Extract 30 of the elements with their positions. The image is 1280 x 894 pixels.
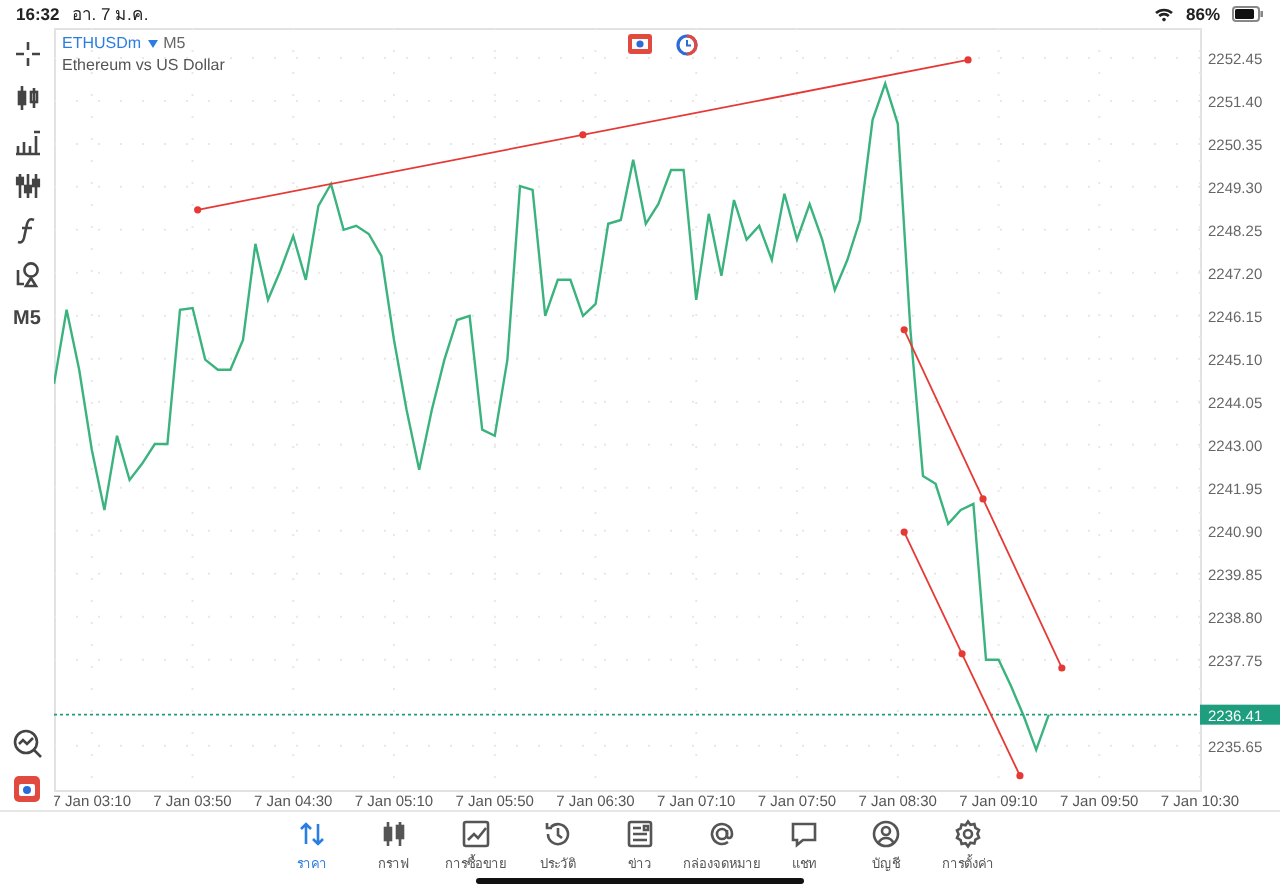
speech-bubble-icon[interactable] (788, 818, 820, 850)
sliders-icon[interactable] (13, 172, 41, 200)
camera-icon[interactable] (628, 34, 652, 54)
at-sign-icon[interactable] (706, 818, 738, 850)
bar-chart-icon[interactable] (13, 128, 41, 156)
person-icon[interactable] (870, 818, 902, 850)
candlestick-icon[interactable] (13, 84, 41, 112)
clock-icon[interactable] (542, 818, 574, 850)
timeframe-button[interactable]: M5 (13, 308, 41, 330)
clock-icon[interactable] (676, 34, 698, 56)
wifi-icon (1153, 6, 1174, 22)
chart-timeframe: M5 (163, 32, 186, 54)
shapes-icon[interactable] (13, 260, 41, 288)
battery-icon (1232, 6, 1264, 22)
chart-search-icon[interactable] (11, 728, 43, 760)
status-date: อา. 7 ม.ค. (71, 2, 149, 28)
line-chart-icon[interactable] (460, 818, 492, 850)
candlestick-icon[interactable] (378, 818, 410, 850)
symbol-description: Ethereum vs US Dollar (62, 54, 225, 76)
status-time: 16:32 (16, 4, 60, 24)
newspaper-icon[interactable] (624, 818, 656, 850)
arrows-icon[interactable] (296, 818, 328, 850)
battery-level: 86% (1185, 4, 1220, 24)
app-logo-icon[interactable] (14, 776, 40, 802)
crosshair-icon[interactable] (13, 40, 41, 68)
trend-line-drawing[interactable] (900, 528, 1024, 780)
symbol-name[interactable]: ETHUSDm (62, 32, 142, 54)
trend-line-drawing[interactable] (900, 326, 1066, 672)
settings-icon[interactable] (952, 818, 984, 850)
caret-icon[interactable] (147, 39, 158, 47)
